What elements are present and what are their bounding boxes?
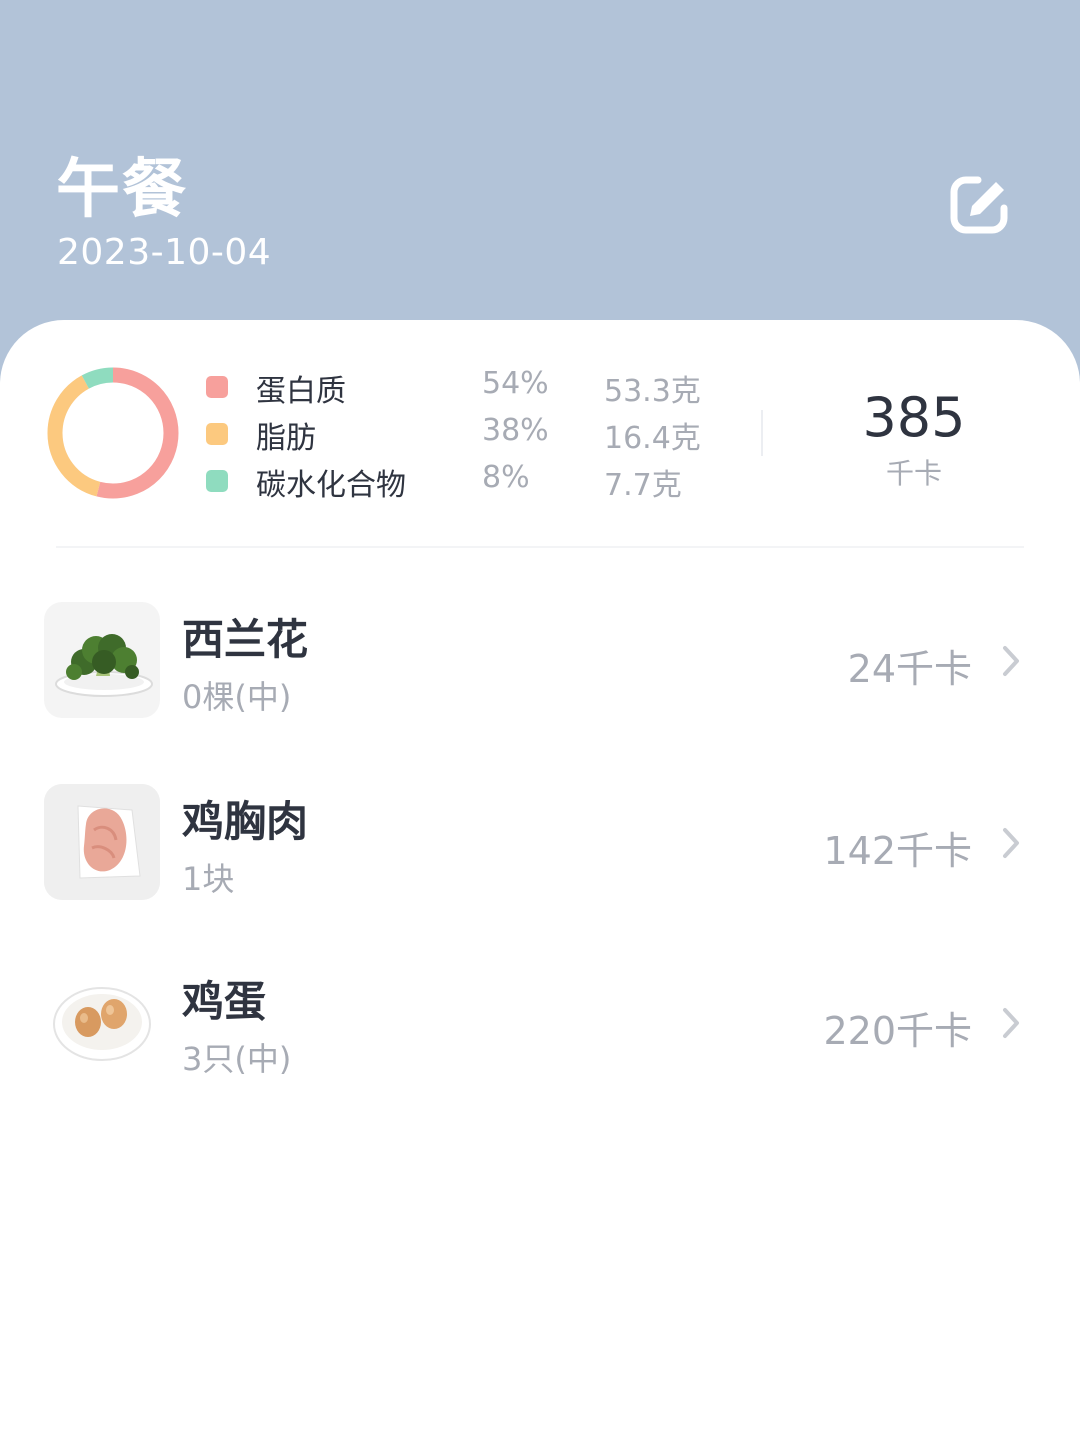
food-amount: 0棵(中) xyxy=(182,678,292,716)
macro-percent: 8% xyxy=(482,460,530,495)
food-calories: 142千卡 xyxy=(823,829,972,873)
macro-donut-chart xyxy=(47,367,179,499)
meal-date: 2023-10-04 xyxy=(57,232,272,273)
macro-row-carbs: 碳水化合物 8% 7.7克 xyxy=(204,460,724,503)
eggs-image xyxy=(44,964,160,1080)
edit-button[interactable] xyxy=(948,172,1014,238)
food-item-chicken-breast[interactable]: 鸡胸肉 1块 142千卡 xyxy=(0,784,1080,904)
total-calories: 385 xyxy=(862,386,966,449)
macro-grams: 53.3克 xyxy=(604,374,701,409)
macro-row-fat: 脂肪 38% 16.4克 xyxy=(204,413,724,456)
broccoli-image xyxy=(44,602,160,718)
edit-icon xyxy=(950,176,1008,234)
macro-name: 碳水化合物 xyxy=(256,468,406,503)
chevron-right-icon xyxy=(1003,828,1019,858)
macro-grams: 16.4克 xyxy=(604,421,701,456)
macro-percent: 38% xyxy=(482,413,549,448)
carbs-color-dot xyxy=(206,470,228,492)
summary-divider xyxy=(761,410,763,456)
fat-color-dot xyxy=(206,423,228,445)
macro-name: 脂肪 xyxy=(256,421,316,456)
macro-name: 蛋白质 xyxy=(256,374,346,409)
food-calories: 220千卡 xyxy=(823,1009,972,1053)
chevron-right-icon xyxy=(1003,646,1019,676)
macro-row-protein: 蛋白质 54% 53.3克 xyxy=(204,366,724,409)
macro-grams: 7.7克 xyxy=(604,468,682,503)
food-item-eggs[interactable]: 鸡蛋 3只(中) 220千卡 xyxy=(0,964,1080,1084)
chevron-right-icon xyxy=(1003,1008,1019,1038)
food-name: 鸡蛋 xyxy=(182,977,267,1026)
food-amount: 3只(中) xyxy=(182,1040,292,1078)
food-item-broccoli[interactable]: 西兰花 0棵(中) 24千卡 xyxy=(0,602,1080,722)
total-calories-unit: 千卡 xyxy=(885,457,942,490)
food-name: 鸡胸肉 xyxy=(182,797,309,846)
chicken-breast-image xyxy=(44,784,160,900)
protein-color-dot xyxy=(206,376,228,398)
header: 午餐 2023-10-04 xyxy=(0,0,1080,340)
section-divider xyxy=(56,546,1024,548)
food-amount: 1块 xyxy=(182,860,235,898)
food-calories: 24千卡 xyxy=(847,647,972,691)
macro-percent: 54% xyxy=(482,366,549,401)
food-name: 西兰花 xyxy=(182,615,309,664)
meal-title: 午餐 xyxy=(56,153,188,227)
